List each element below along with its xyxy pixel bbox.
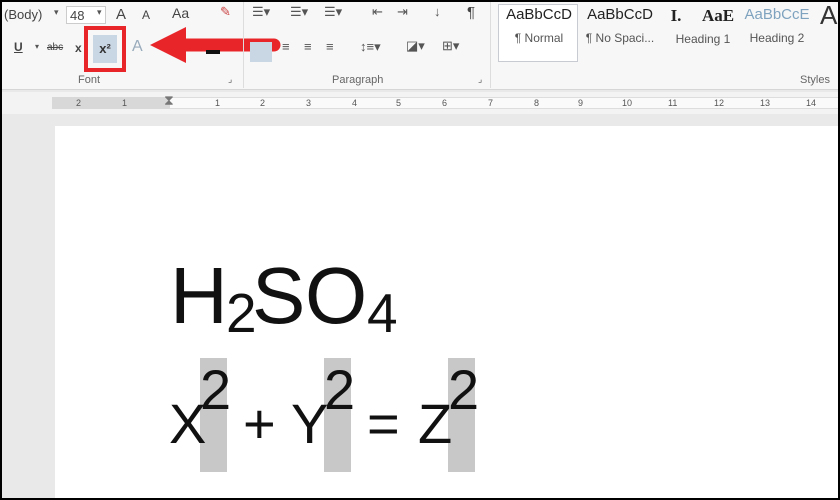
- font-name-select[interactable]: (Body): [4, 7, 42, 22]
- formula-h: H: [170, 251, 228, 340]
- align-left-button[interactable]: [250, 42, 272, 62]
- borders-icon[interactable]: ⊞▾: [442, 38, 459, 54]
- superscript-button[interactable]: x²: [93, 35, 117, 63]
- horizontal-ruler[interactable]: ⧗ 2 1 1 2 3 4 5 6 7 8 9 10 11 12 13 14: [2, 92, 838, 114]
- text-effects-button[interactable]: A: [132, 38, 143, 56]
- justify-icon[interactable]: ≡: [326, 39, 334, 54]
- ruler-number: 5: [396, 98, 402, 108]
- font-color-bar: [206, 50, 220, 54]
- style-preview: AaBbCcE: [744, 6, 810, 23]
- style-label: Heading 2: [749, 31, 805, 45]
- superscript-highlight-box: x²: [84, 26, 126, 72]
- formula-sub-4: 4: [367, 282, 398, 344]
- ruler-number: 11: [668, 98, 678, 108]
- style-label: ¶ No Spaci...: [585, 31, 655, 45]
- font-group-label: Font: [78, 74, 101, 86]
- word-window: (Body) ▾ 4 8 ▾ A A Aa ✎ ☰▾ ☰▾ ☰▾ ⇤ ⇥ ↓ ¶ …: [2, 2, 838, 498]
- multilevel-list-icon[interactable]: ☰▾: [324, 4, 342, 20]
- ruler-number: 4: [352, 98, 358, 108]
- ruler-margin: [52, 97, 170, 109]
- style-title-partial[interactable]: A: [820, 2, 837, 31]
- formula-o: O: [305, 251, 368, 340]
- ribbon: (Body) ▾ 48 ▾ A A Aa ✎ ☰▾ ☰▾ ☰▾ ⇤ ⇥ ↓ ¶ …: [2, 2, 838, 90]
- line-spacing-icon[interactable]: ↕≡▾: [360, 39, 381, 55]
- style-label: ¶ Normal: [514, 31, 564, 45]
- shrink-font-button[interactable]: A: [142, 8, 150, 22]
- sort-icon[interactable]: ↓: [434, 4, 441, 19]
- style-preview: AaE: [701, 6, 735, 25]
- ruler-number: 9: [578, 98, 584, 108]
- strikethrough-button[interactable]: abc: [47, 42, 63, 53]
- divider: [243, 2, 244, 88]
- style-heading-2[interactable]: AaBbCcE Heading 2: [742, 6, 812, 62]
- style-normal[interactable]: AaBbCcD ¶ Normal: [500, 6, 578, 62]
- style-no-spacing[interactable]: AaBbCcD ¶ No Spaci...: [582, 6, 658, 62]
- font-dialog-launcher-icon[interactable]: ⌟: [228, 74, 232, 85]
- ruler-number: 6: [442, 98, 448, 108]
- paragraph-dialog-launcher-icon[interactable]: ⌟: [478, 74, 482, 85]
- formula-equals: =: [367, 392, 400, 455]
- subscript-button[interactable]: x: [75, 41, 82, 55]
- indent-marker-icon[interactable]: ⧗: [164, 92, 174, 109]
- ruler-number: 1: [122, 98, 128, 108]
- ruler-number: 1: [215, 98, 221, 108]
- ruler-number: 8: [534, 98, 540, 108]
- formula-s: S: [252, 251, 306, 340]
- ruler-number: 3: [306, 98, 312, 108]
- style-preview: AaBbCcD: [587, 6, 653, 23]
- ruler-number: 14: [806, 98, 817, 108]
- align-center-icon[interactable]: ≡: [282, 39, 290, 54]
- clear-formatting-icon[interactable]: ✎: [220, 4, 231, 20]
- ruler-number: 7: [488, 98, 494, 108]
- style-preview: AaBbCcD: [506, 6, 572, 23]
- show-formatting-button[interactable]: ¶: [467, 4, 475, 21]
- ruler-number: 2: [260, 98, 266, 108]
- shading-icon[interactable]: ◪▾: [406, 38, 425, 54]
- bullets-icon[interactable]: ☰▾: [252, 4, 270, 20]
- ruler-number: 2: [76, 98, 82, 108]
- grow-font-button[interactable]: A: [116, 6, 126, 23]
- superscript-2-z: 2: [448, 358, 480, 421]
- chevron-down-icon[interactable]: ▾: [97, 7, 102, 18]
- styles-group-label: Styles: [800, 74, 830, 86]
- style-label: Heading 1: [675, 32, 731, 46]
- style-heading-1[interactable]: AaE Heading 1: [666, 6, 740, 62]
- chevron-down-icon[interactable]: ▾: [54, 7, 59, 18]
- numbering-icon[interactable]: ☰▾: [290, 4, 308, 20]
- align-right-icon[interactable]: ≡: [304, 39, 312, 54]
- underline-button[interactable]: U: [14, 40, 23, 54]
- ruler-number: 10: [622, 98, 633, 108]
- ruler-number: 12: [714, 98, 725, 108]
- divider: [490, 2, 491, 88]
- superscript-2-x: 2: [200, 358, 232, 421]
- formula-plus: +: [243, 392, 276, 455]
- decrease-indent-icon[interactable]: ⇤: [372, 4, 383, 20]
- document-page[interactable]: H 2 S O 4 X 2 + Y 2 = Z 2: [55, 126, 838, 498]
- change-case-button[interactable]: Aa: [172, 5, 189, 21]
- chevron-down-icon[interactable]: ▾: [35, 42, 39, 51]
- formula-y: Y: [291, 392, 329, 455]
- ruler-number: 13: [760, 98, 771, 108]
- paragraph-group-label: Paragraph: [332, 74, 384, 86]
- increase-indent-icon[interactable]: ⇥: [397, 4, 408, 20]
- superscript-2-y: 2: [324, 358, 356, 421]
